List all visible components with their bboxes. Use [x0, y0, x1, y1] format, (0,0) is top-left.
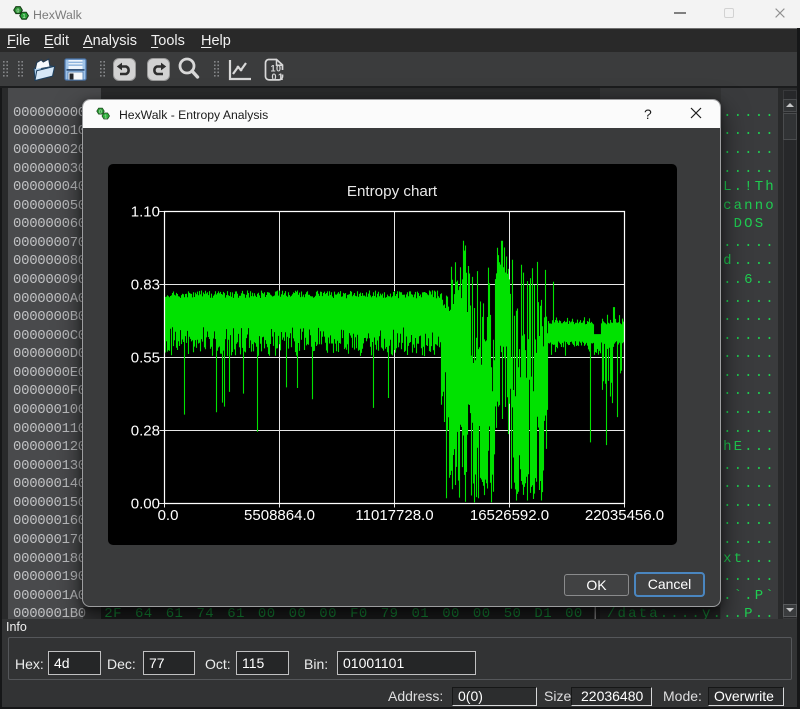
svg-text:11017728.0: 11017728.0 — [355, 507, 433, 524]
svg-text:16526592.0: 16526592.0 — [470, 507, 549, 524]
svg-text:0: 0 — [272, 72, 277, 82]
svg-text:1: 1 — [104, 114, 107, 120]
svg-text:5508864.0: 5508864.0 — [244, 507, 315, 524]
svg-text:0.55: 0.55 — [131, 350, 160, 367]
svg-text:1.10: 1.10 — [131, 204, 160, 221]
svg-text:Entropy chart: Entropy chart — [347, 183, 438, 200]
svg-text:1: 1 — [23, 14, 26, 20]
svg-text:22035456.0: 22035456.0 — [585, 507, 664, 524]
svg-text:0.83: 0.83 — [131, 277, 160, 294]
svg-text:0.0: 0.0 — [158, 507, 179, 524]
svg-text:0.00: 0.00 — [131, 496, 160, 513]
svg-text:0: 0 — [99, 109, 102, 115]
svg-text:0: 0 — [16, 8, 19, 14]
svg-text:1: 1 — [278, 72, 283, 82]
svg-text:0.28: 0.28 — [131, 423, 160, 440]
